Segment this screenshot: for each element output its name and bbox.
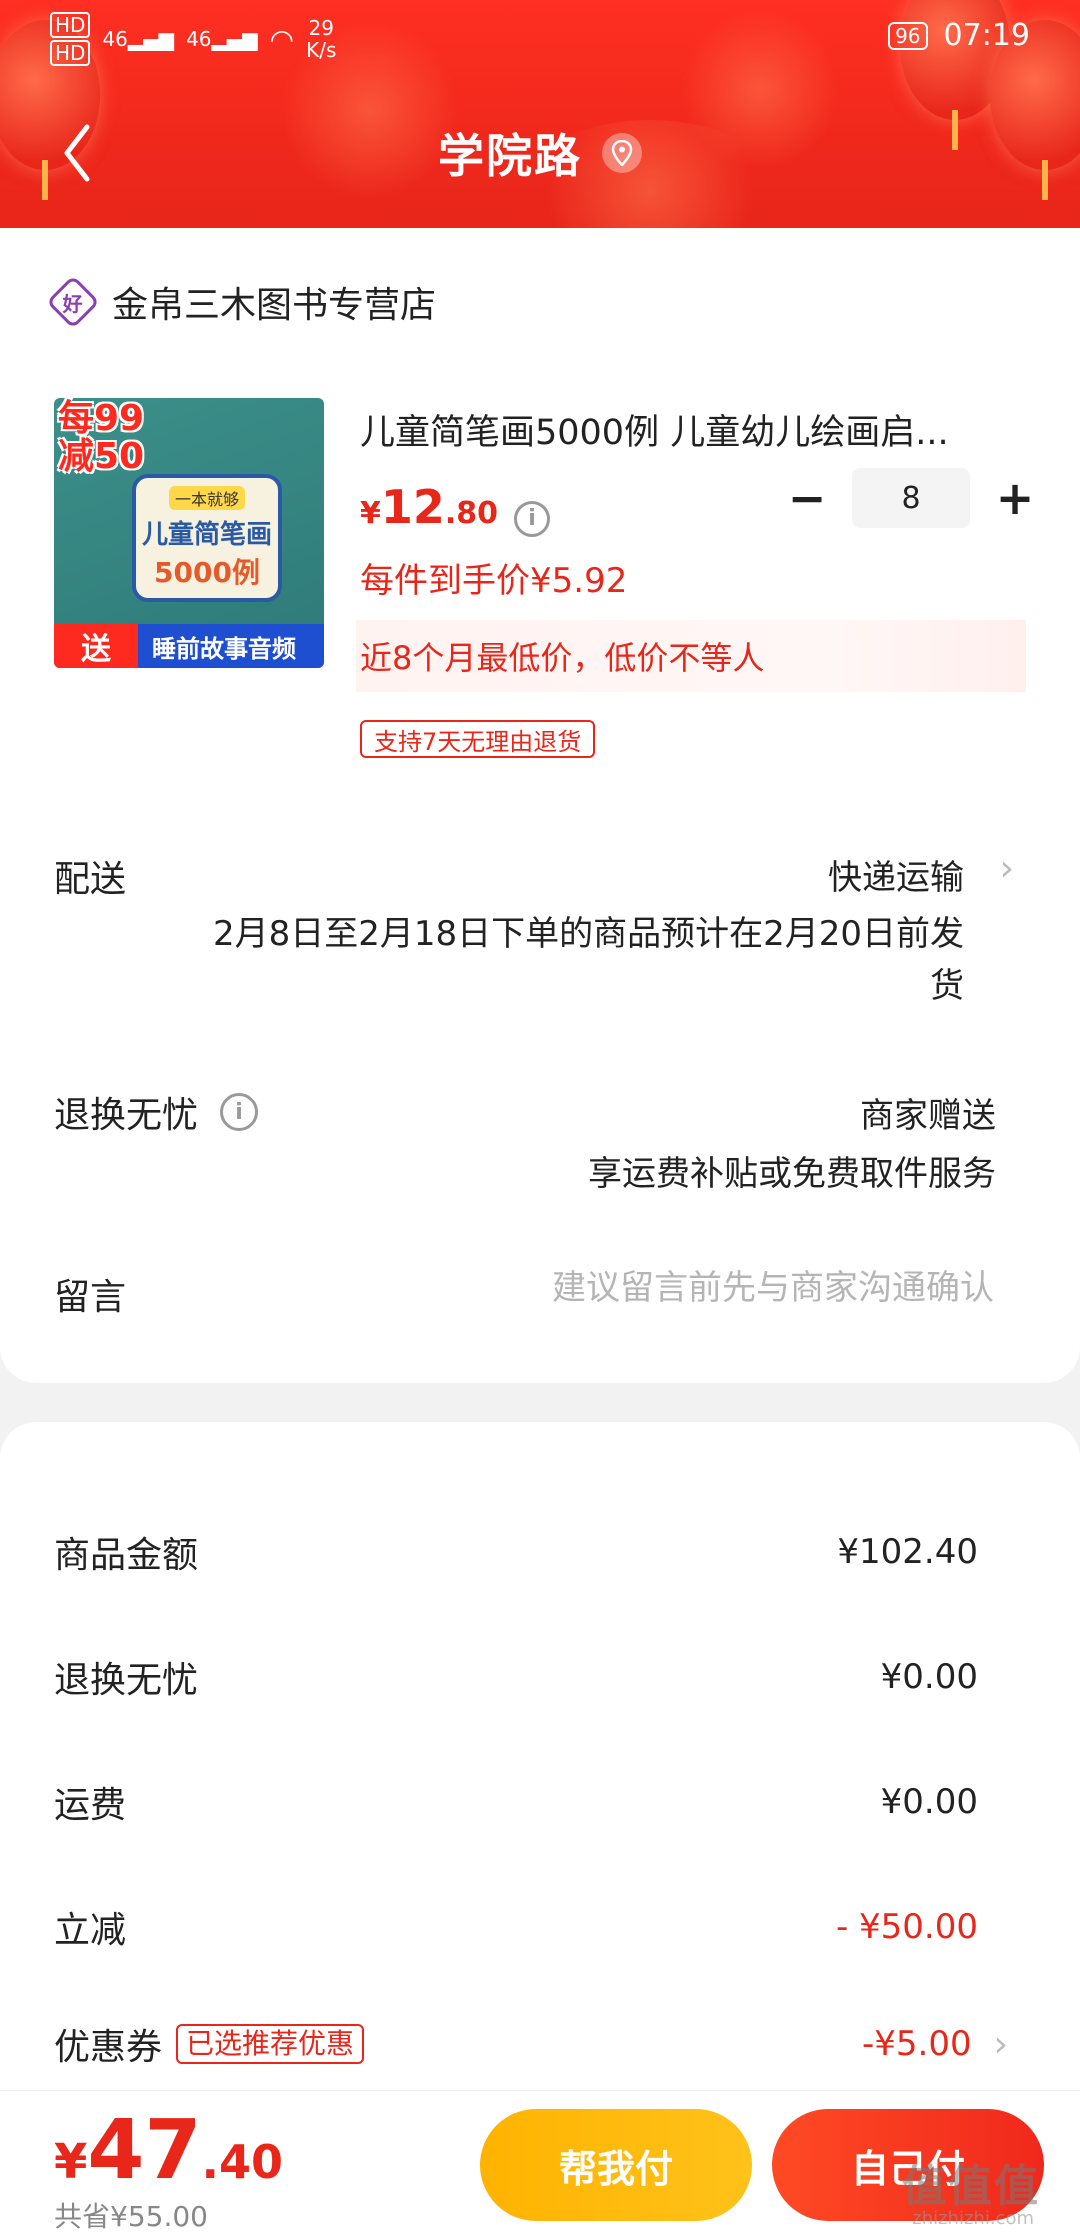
summary-row-goods-amount: 商品金额 ¥102.40 xyxy=(54,1522,978,1582)
summary-label: 立减 xyxy=(54,1910,127,1951)
summary-label: 优惠券 xyxy=(54,2027,163,2068)
worry-free-row: 退换无忧 i xyxy=(54,1086,259,1138)
clock: 07:19 xyxy=(943,18,1030,53)
signal-label: 46 xyxy=(102,27,128,51)
book-title: 儿童简笔画 xyxy=(141,519,272,550)
hd-badge: HD xyxy=(50,40,91,66)
page-title[interactable]: 学院路 xyxy=(438,120,582,186)
summary-value: ¥102.40 xyxy=(837,1532,978,1572)
back-arrow-icon xyxy=(64,124,90,182)
summary-row-shipping: 运费 ¥0.00 xyxy=(54,1772,978,1832)
hd-indicators: HD HD xyxy=(50,12,91,66)
total-integer: 47 xyxy=(87,2103,202,2198)
worry-free-gift: 商家赠送 xyxy=(860,1096,996,1136)
decrease-button[interactable]: − xyxy=(780,468,834,528)
summary-row-coupon[interactable]: 优惠券 已选推荐优惠 -¥5.00 › xyxy=(54,2014,1008,2074)
audio-label: 睡前故事音频 xyxy=(152,634,296,663)
store-badge-icon: 好 xyxy=(46,275,100,329)
quantity-stepper: − 8 + xyxy=(780,468,1042,528)
watermark-url: zhizhizhi.com xyxy=(912,2208,1034,2229)
summary-value: ¥0.00 xyxy=(880,1782,978,1822)
total-symbol: ¥ xyxy=(54,2134,88,2190)
signal-icon: 46▂▄▆ xyxy=(102,27,175,51)
back-button[interactable] xyxy=(52,118,102,188)
header: HD HD 46▂▄▆ 46▂▄▆ ◠ 29 K/s 96 07:19 学院路 xyxy=(0,0,1080,228)
title-bar: 学院路 xyxy=(0,118,1080,188)
low-price-banner: 近8个月最低价，低价不等人 xyxy=(356,620,1026,692)
coupon-value-group: -¥5.00 › xyxy=(861,2024,1008,2065)
total-price: ¥ 47 .40 xyxy=(54,2103,283,2198)
delivery-description: 2月8日至2月18日下单的商品预计在2月20日前发货 xyxy=(212,914,964,1006)
watermark-logo: 值值值 xyxy=(902,2161,1040,2212)
delivery-label: 配送 xyxy=(54,859,127,900)
message-input[interactable] xyxy=(434,1258,994,1318)
product-price: ¥ 12 .80 i xyxy=(360,480,551,537)
signal-label: 46 xyxy=(186,27,212,51)
status-right: 96 07:19 xyxy=(888,18,1030,53)
store-badge-label: 好 xyxy=(63,291,83,316)
price-summary-card: 商品金额 ¥102.40 退换无忧 ¥0.00 运费 ¥0.00 立减 - ¥5… xyxy=(0,1422,1080,2122)
worry-free-description: 享运费补贴或免费取件服务 xyxy=(588,1154,996,1194)
signal-icon: 46▂▄▆ xyxy=(186,27,258,51)
chevron-right-icon[interactable]: › xyxy=(1000,848,1014,889)
return-policy-badge: 支持7天无理由退货 xyxy=(360,720,596,758)
low-price-note: 近8个月最低价，低价不等人 xyxy=(360,639,765,677)
price-integer: 12 xyxy=(380,480,445,534)
delivery-method[interactable]: 快递运输 xyxy=(828,850,964,899)
increase-button[interactable]: + xyxy=(988,468,1042,528)
status-left: HD HD 46▂▄▆ 46▂▄▆ ◠ 29 K/s xyxy=(50,12,336,66)
total-decimal: .40 xyxy=(201,2135,284,2189)
network-speed: 29 K/s xyxy=(306,17,336,61)
send-label: 送 xyxy=(54,624,138,668)
total-saved: 共省¥55.00 xyxy=(54,2200,208,2233)
summary-value: - ¥50.00 xyxy=(835,1907,978,1947)
status-bar: HD HD 46▂▄▆ 46▂▄▆ ◠ 29 K/s 96 07:19 xyxy=(0,0,1080,80)
info-icon[interactable]: i xyxy=(220,1093,259,1131)
speed-value: 29 xyxy=(308,16,334,40)
product-image-promo: 每99减50 xyxy=(58,398,145,477)
coupon-label-group: 优惠券 已选推荐优惠 xyxy=(54,2018,365,2070)
info-icon[interactable]: i xyxy=(514,500,551,537)
location-pin-icon[interactable] xyxy=(602,133,642,173)
wifi-icon: ◠ xyxy=(269,22,295,56)
price-symbol: ¥ xyxy=(360,496,381,531)
message-label: 留言 xyxy=(54,1277,127,1318)
summary-label: 退换无忧 xyxy=(54,1660,199,1701)
summary-row-worry-free: 退换无忧 ¥0.00 xyxy=(54,1647,978,1707)
hd-badge: HD xyxy=(50,12,91,38)
unit-price: 每件到手价¥5.92 xyxy=(360,561,628,601)
quantity-field[interactable]: 8 xyxy=(852,468,970,528)
summary-value: -¥5.00 xyxy=(861,2024,972,2064)
summary-row-instant-discount: 立减 - ¥50.00 xyxy=(54,1897,978,1957)
battery-icon: 96 xyxy=(888,21,928,50)
product-image-banner: 送 睡前故事音频 xyxy=(54,624,324,668)
product-image-book-title: 一本就够 儿童简笔画 5000例 xyxy=(132,474,282,602)
order-card: 好 金帛三木图书专营店 每99减50 一本就够 儿童简笔画 5000例 送 睡前… xyxy=(0,228,1080,1383)
store-name[interactable]: 金帛三木图书专营店 xyxy=(112,276,436,328)
book-tag: 一本就够 xyxy=(168,485,245,510)
book-count: 5000例 xyxy=(154,555,260,589)
summary-label: 商品金额 xyxy=(54,1535,199,1576)
worry-free-label: 退换无忧 xyxy=(54,1095,199,1136)
product-image[interactable]: 每99减50 一本就够 儿童简笔画 5000例 送 睡前故事音频 xyxy=(54,398,324,668)
chevron-right-icon[interactable]: › xyxy=(994,2024,1008,2065)
speed-unit: K/s xyxy=(306,38,337,62)
summary-value: ¥0.00 xyxy=(880,1657,978,1697)
summary-label: 运费 xyxy=(54,1785,127,1826)
store-row[interactable]: 好 金帛三木图书专营店 xyxy=(46,275,436,329)
product-title[interactable]: 儿童简笔画5000例 儿童幼儿绘画启... xyxy=(360,404,1000,455)
price-decimal: .80 xyxy=(444,496,499,531)
help-me-pay-button[interactable]: 帮我付 xyxy=(480,2109,752,2221)
coupon-tag: 已选推荐优惠 xyxy=(176,2024,365,2064)
